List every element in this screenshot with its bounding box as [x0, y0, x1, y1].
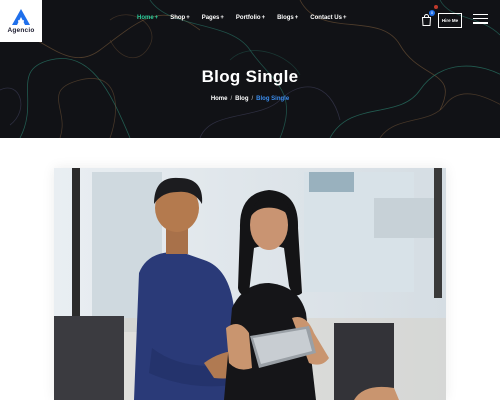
breadcrumb-separator: /	[230, 96, 233, 102]
nav-item-contact-us[interactable]: Contact Us+	[310, 15, 346, 21]
nav-label-blogs: Blogs	[277, 15, 294, 21]
nav-label-contact-us: Contact Us	[310, 15, 342, 21]
dropdown-plus-icon: +	[294, 15, 299, 21]
nav-item-blogs[interactable]: Blogs+	[277, 15, 298, 21]
page-title: Blog Single	[201, 67, 299, 86]
nav-label-portfolio: Portfolio	[235, 15, 261, 21]
dropdown-plus-icon: +	[186, 15, 190, 21]
breadcrumb-current: Blog Single	[256, 96, 290, 102]
page-header-hero: Agencio Home+ Shop+ Pages+ Portfolio+ Bl…	[0, 0, 500, 138]
breadcrumb-blog[interactable]: Blog	[235, 96, 248, 102]
nav-label-home: Home	[137, 15, 154, 21]
brand-name: Agencio	[7, 27, 35, 34]
dropdown-plus-icon: +	[154, 15, 159, 21]
breadcrumb-separator: /	[251, 96, 254, 102]
blog-featured-image-card	[54, 168, 446, 400]
dropdown-plus-icon: +	[261, 15, 266, 21]
breadcrumb-home[interactable]: Home	[211, 96, 228, 102]
main-navigation: Home+ Shop+ Pages+ Portfolio+ Blogs+ Con…	[137, 15, 358, 21]
nav-item-home[interactable]: Home+	[137, 15, 158, 21]
agencio-logo-icon	[12, 9, 30, 25]
blog-featured-photo	[54, 168, 446, 400]
nav-item-shop[interactable]: Shop+	[170, 15, 190, 21]
nav-item-portfolio[interactable]: Portfolio+	[236, 15, 265, 21]
nav-item-pages[interactable]: Pages+	[202, 15, 224, 21]
dropdown-plus-icon: +	[220, 15, 224, 21]
breadcrumb: Home / Blog / Blog Single	[0, 96, 500, 102]
cart-button[interactable]: 0	[421, 10, 435, 26]
nav-label-pages: Pages	[201, 15, 220, 21]
nav-label-shop: Shop	[170, 15, 186, 21]
hamburger-menu-icon[interactable]	[473, 14, 488, 24]
agencio-logo[interactable]: Agencio	[0, 0, 42, 42]
cart-count-badge: 0	[429, 10, 435, 16]
hire-me-button[interactable]: Hire Me	[438, 13, 462, 28]
dropdown-plus-icon: +	[342, 15, 347, 21]
